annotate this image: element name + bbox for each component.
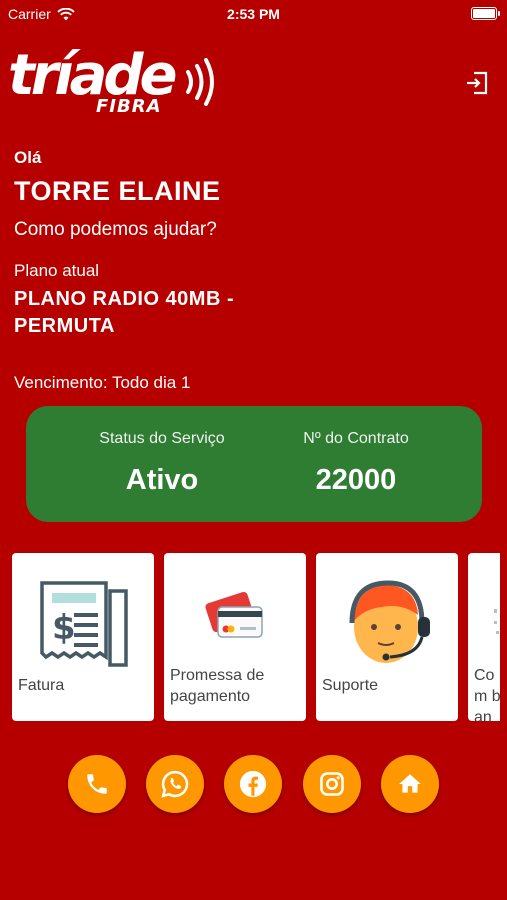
plan-label: Plano atual	[14, 261, 100, 280]
menu-card-label: Suporte	[322, 677, 379, 694]
menu-card-label: Promessa de pagamento	[170, 667, 265, 705]
due-date: Vencimento: Todo dia 1	[14, 373, 191, 392]
menu-card-label: Fatura	[18, 677, 65, 694]
clock: 2:53 PM	[227, 6, 280, 22]
status-bar: Carrier 2:53 PM	[0, 0, 507, 28]
logout-icon[interactable]	[464, 70, 490, 96]
social-bar	[0, 755, 507, 813]
service-status: Status do Serviço Ativo	[62, 430, 262, 497]
support-agent-icon	[349, 580, 430, 663]
help-text: Como podemos ajudar?	[14, 219, 217, 240]
brand-logo-sub: FIBRA	[96, 96, 162, 117]
service-status-label: Status do Serviço	[99, 430, 225, 447]
greeting: Olá	[14, 148, 42, 167]
menu-card-label: Com ban	[474, 667, 500, 721]
plan-name: PLANO RADIO 40MB - PERMUTA	[14, 288, 235, 337]
home-button[interactable]	[381, 755, 439, 813]
signal-waves-icon	[186, 58, 214, 106]
menu-card-promessa[interactable]: Promessa de pagamento	[164, 553, 306, 721]
credit-card-icon	[205, 591, 263, 638]
facebook-button[interactable]	[224, 755, 282, 813]
battery-icon	[471, 7, 500, 20]
bank-icon	[494, 609, 499, 634]
phone-button[interactable]	[68, 755, 126, 813]
brand-logo: tríade FIBRA	[8, 48, 218, 118]
instagram-button[interactable]	[303, 755, 361, 813]
menu-card-suporte[interactable]: Suporte	[316, 553, 458, 721]
whatsapp-icon	[161, 770, 189, 798]
home-icon	[399, 774, 421, 793]
contract-number: Nº do Contrato 22000	[256, 430, 456, 497]
whatsapp-button[interactable]	[146, 755, 204, 813]
service-status-card: Status do Serviço Ativo Nº do Contrato 2…	[26, 406, 482, 522]
menu-card-fatura[interactable]: $ Fatura	[12, 553, 154, 721]
menu-card-banco[interactable]: Com ban	[468, 553, 500, 721]
contract-number-label: Nº do Contrato	[303, 430, 409, 447]
user-name: TORRE ELAINE	[14, 176, 221, 206]
service-status-value: Ativo	[125, 464, 199, 496]
phone-icon	[87, 774, 107, 794]
instagram-icon	[320, 772, 344, 796]
contract-number-value: 22000	[315, 464, 397, 496]
invoice-icon: $	[40, 581, 128, 667]
facebook-icon	[239, 770, 267, 798]
svg-text:$: $	[52, 608, 76, 648]
